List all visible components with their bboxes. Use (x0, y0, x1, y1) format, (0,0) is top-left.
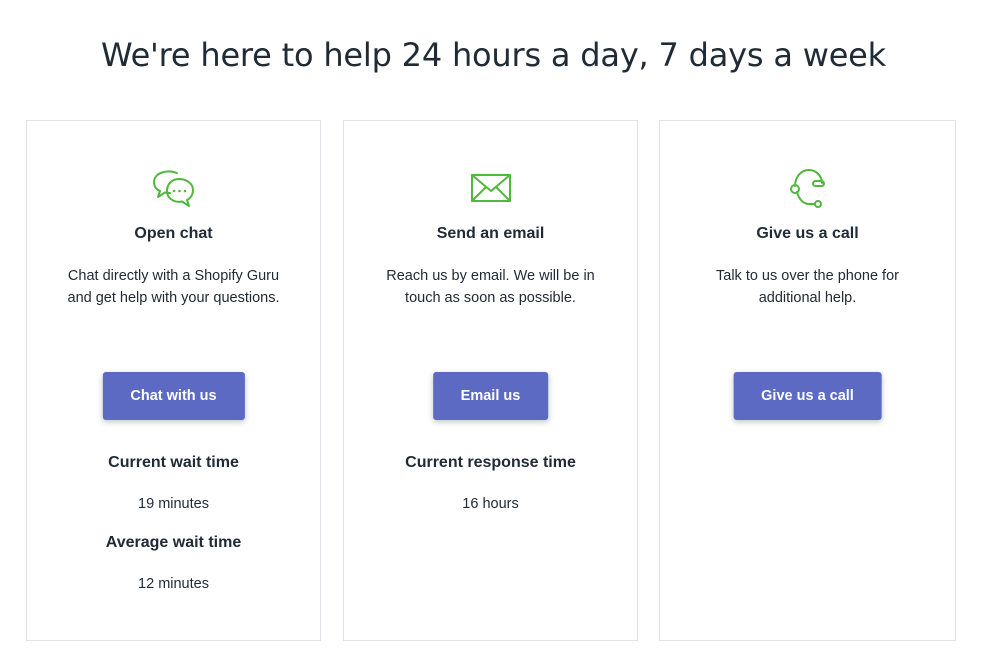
current-wait-time-label: Current wait time (108, 454, 239, 471)
email-us-button[interactable]: Email us (432, 372, 549, 420)
average-wait-time-label: Average wait time (105, 534, 242, 551)
call-card: Give us a call Talk to us over the phone… (659, 120, 956, 641)
email-card-description: Reach us by email. We will be in touch a… (386, 268, 595, 306)
call-card-title: Give us a call (756, 225, 859, 242)
chat-with-us-button[interactable]: Chat with us (102, 372, 245, 420)
chat-card: Open chat Chat directly with a Shopify G… (26, 120, 321, 641)
current-response-time-label: Current response time (405, 454, 576, 471)
support-page: We're here to help 24 hours a day, 7 day… (0, 0, 987, 663)
headset-icon (786, 166, 830, 210)
email-card: Send an email Reach us by email. We will… (343, 120, 638, 641)
current-wait-time-value: 19 minutes (138, 496, 209, 512)
envelope-icon (469, 166, 513, 210)
chat-bubbles-icon (152, 166, 196, 210)
page-title: We're here to help 24 hours a day, 7 day… (101, 36, 886, 74)
chat-card-description: Chat directly with a Shopify Guru and ge… (67, 268, 280, 306)
chat-card-title: Open chat (134, 225, 213, 242)
email-card-title: Send an email (436, 225, 545, 242)
current-response-time-value: 16 hours (462, 496, 519, 512)
average-wait-time-value: 12 minutes (138, 576, 209, 592)
give-us-a-call-button[interactable]: Give us a call (733, 372, 882, 420)
call-card-description: Talk to us over the phone for additional… (716, 268, 899, 306)
